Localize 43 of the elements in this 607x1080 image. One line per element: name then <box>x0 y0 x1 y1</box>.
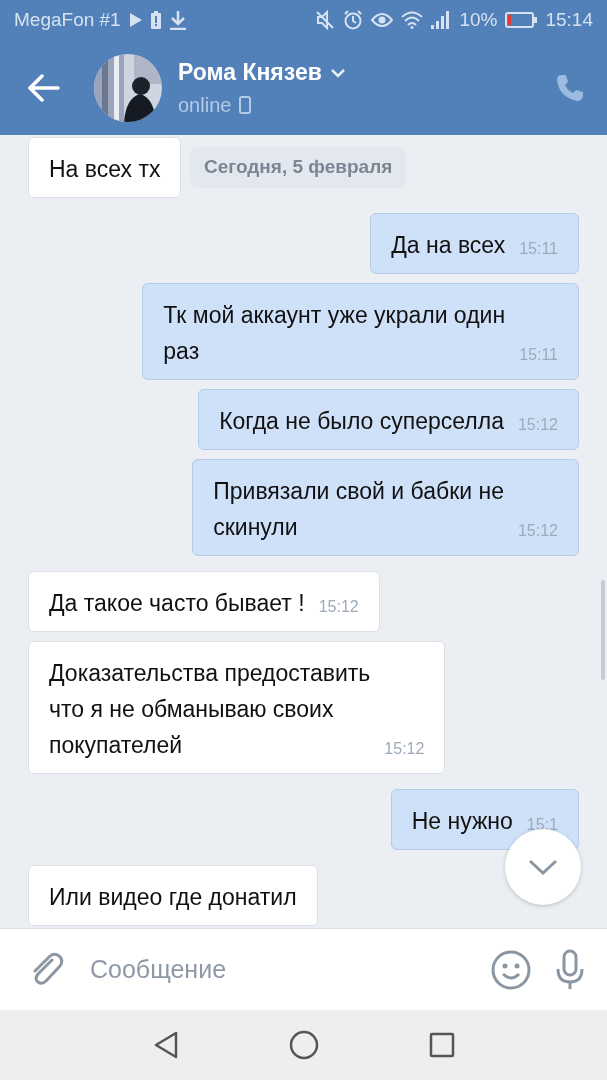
message-time: 15:12 <box>517 521 558 541</box>
eye-icon <box>371 12 394 28</box>
message-composer[interactable]: Сообщение <box>0 928 607 1010</box>
message-time: 15:1 <box>526 815 558 835</box>
microphone-icon[interactable] <box>555 948 585 991</box>
back-icon[interactable] <box>28 73 60 102</box>
message-text: Доказательства предоставить что я не обманываю своих покупателей <box>49 659 371 760</box>
message-text: Да такое часто бывает ! <box>49 589 305 618</box>
message-time: 15:12 <box>517 415 558 435</box>
message-text: Да на всех <box>391 231 506 260</box>
message-text: Или видео где донатил <box>49 883 297 912</box>
contact-name[interactable]: Рома Князев <box>178 55 322 90</box>
home-nav-icon[interactable] <box>288 1030 319 1060</box>
message-text: На всех тх <box>49 155 161 184</box>
carrier-name: MegaFon #1 <box>14 7 121 32</box>
battery-alert-icon <box>150 11 161 29</box>
battery-percent: 10% <box>459 7 498 32</box>
wifi-icon <box>401 11 424 29</box>
chevron-down-icon[interactable] <box>329 67 346 78</box>
message-input[interactable]: Сообщение <box>88 949 467 990</box>
back-nav-icon[interactable] <box>152 1031 179 1059</box>
message-text: Когда не было суперселла <box>219 407 504 436</box>
status-time: 15:14 <box>545 7 593 32</box>
call-icon[interactable] <box>555 72 585 103</box>
message-text: Тк мой аккаунт уже украли один раз <box>163 301 506 366</box>
mute-icon <box>315 10 336 30</box>
play-icon <box>128 12 143 28</box>
battery-icon <box>505 12 538 28</box>
message-text: Не нужно <box>411 807 513 836</box>
download-icon <box>168 10 187 30</box>
contact-status: online <box>178 92 232 118</box>
message-time: 15:12 <box>384 739 425 759</box>
date-badge: Сегодня, 5 февраля <box>190 147 407 188</box>
smiley-icon[interactable] <box>491 949 531 990</box>
recents-nav-icon[interactable] <box>428 1032 455 1058</box>
message-text: Привязали свой и бабки не скинули <box>213 477 504 542</box>
phone-device-icon <box>239 95 252 114</box>
message-time: 15:12 <box>318 597 359 617</box>
message-time: 15:11 <box>519 345 558 365</box>
alarm-icon <box>343 10 364 30</box>
signal-icon <box>431 11 452 29</box>
message-time: 15:11 <box>519 239 558 259</box>
chevron-down-icon <box>528 859 558 875</box>
